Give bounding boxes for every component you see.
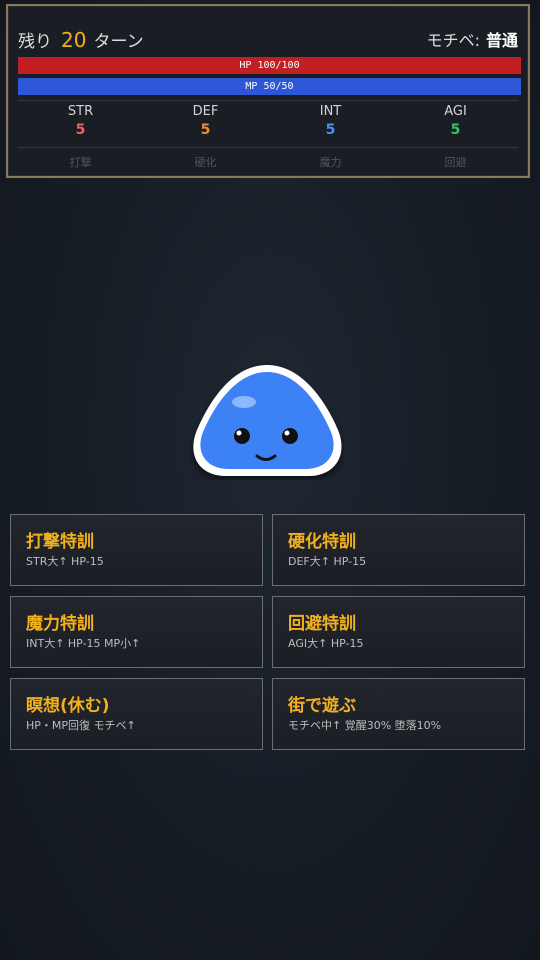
training-hints-row: 打撃 硬化 魔力 回避 <box>18 154 518 170</box>
motivation-value: 普通 <box>485 31 518 50</box>
action-title: 硬化特訓 <box>288 532 356 552</box>
slime-left-eye <box>234 428 250 444</box>
mp-bar: MP 50/50 <box>18 78 521 95</box>
status-panel: 残り 20 ターン モチベ: 普通 HP 100/100 MP 50/50 STR… <box>6 4 530 178</box>
train-def-button[interactable]: 硬化特訓 DEF大↑ HP-15 <box>272 514 525 586</box>
action-effect: INT大↑ HP-15 MP小↑ <box>26 637 141 650</box>
stat-str: STR 5 <box>18 104 143 142</box>
train-str-button[interactable]: 打撃特訓 STR大↑ HP-15 <box>10 514 263 586</box>
action-title: 瞑想(休む) <box>26 696 110 716</box>
train-agi-button[interactable]: 回避特訓 AGI大↑ HP-15 <box>272 596 525 668</box>
motivation-label: モチベ: <box>426 31 480 50</box>
stat-value: 5 <box>200 122 211 138</box>
action-title: 打撃特訓 <box>26 532 94 552</box>
slime-character[interactable] <box>190 362 345 480</box>
action-title: 回避特訓 <box>288 614 356 634</box>
stat-value: 5 <box>450 122 461 138</box>
action-title: 魔力特訓 <box>26 614 94 634</box>
slime-highlight <box>232 396 256 408</box>
training-hint: 硬化 <box>194 156 217 169</box>
mp-bar-label: MP 50/50 <box>245 81 294 92</box>
action-grid: 打撃特訓 STR大↑ HP-15 硬化特訓 DEF大↑ HP-15 魔力特訓 I… <box>10 514 525 750</box>
stat-name: INT <box>319 104 342 119</box>
stat-name: AGI <box>444 104 467 119</box>
train-int-button[interactable]: 魔力特訓 INT大↑ HP-15 MP小↑ <box>10 596 263 668</box>
action-effect: AGI大↑ HP-15 <box>288 637 364 650</box>
stat-name: STR <box>67 104 94 119</box>
turns-suffix: ターン <box>93 31 144 52</box>
training-hint: 魔力 <box>319 156 342 169</box>
action-effect: STR大↑ HP-15 <box>26 555 104 568</box>
action-title: 街で遊ぶ <box>288 696 356 716</box>
turns-remaining: 残り 20 ターン <box>18 27 144 52</box>
divider <box>18 147 518 148</box>
training-hint: 回避 <box>444 156 467 169</box>
training-hint: 打撃 <box>69 156 92 169</box>
stat-value: 5 <box>75 122 86 138</box>
stats-row: STR 5 DEF 5 INT 5 AGI 5 <box>18 104 518 142</box>
action-effect: HP・MP回復 モチベ↑ <box>26 719 136 732</box>
stat-name: DEF <box>192 104 219 119</box>
slime-right-eye-shine <box>284 430 290 436</box>
action-effect: DEF大↑ HP-15 <box>288 555 367 568</box>
stat-agi: AGI 5 <box>393 104 518 142</box>
hp-bar-label: HP 100/100 <box>239 60 300 71</box>
divider <box>18 100 518 101</box>
play-in-town-button[interactable]: 街で遊ぶ モチベ中↑ 覚醒30% 堕落10% <box>272 678 525 750</box>
motivation: モチベ: 普通 <box>427 27 518 51</box>
meditate-button[interactable]: 瞑想(休む) HP・MP回復 モチベ↑ <box>10 678 263 750</box>
status-header: 残り 20 ターン モチベ: 普通 <box>18 24 518 54</box>
turns-value: 20 <box>61 27 87 52</box>
hp-bar: HP 100/100 <box>18 57 521 74</box>
slime-right-eye <box>282 428 298 444</box>
stat-int: INT 5 <box>268 104 393 142</box>
action-effect: モチベ中↑ 覚醒30% 堕落10% <box>288 719 442 732</box>
stat-def: DEF 5 <box>143 104 268 142</box>
turns-prefix: 残り <box>18 31 52 52</box>
slime-left-eye-shine <box>236 430 242 436</box>
slime-body <box>200 372 334 469</box>
stat-value: 5 <box>325 122 336 138</box>
